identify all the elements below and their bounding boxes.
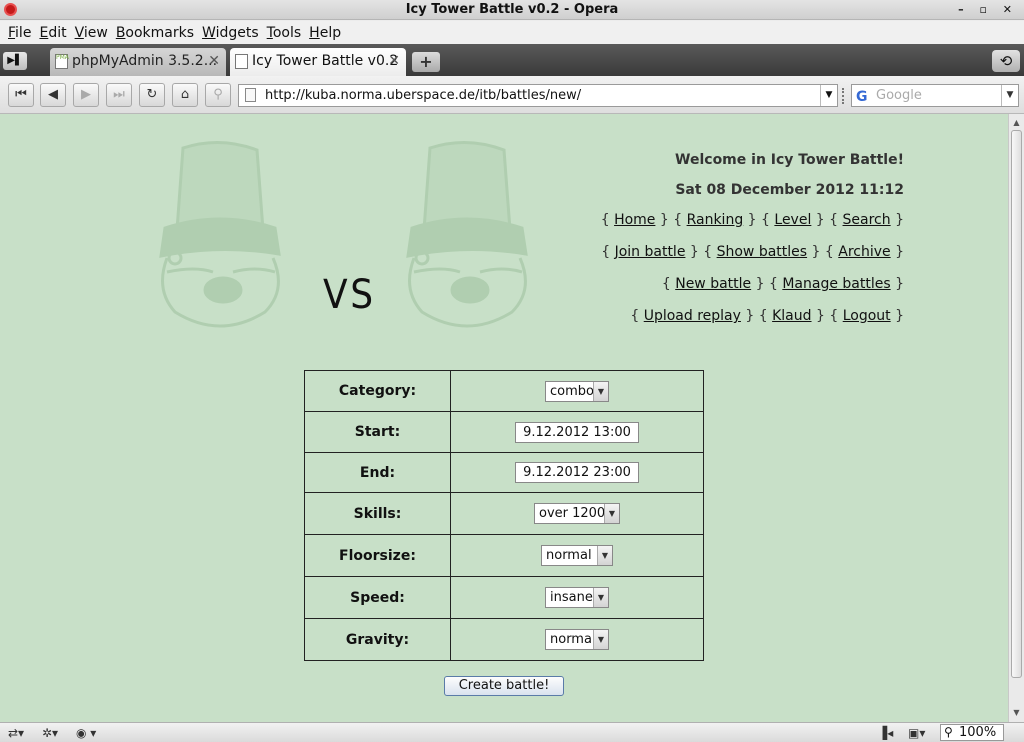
toolbar-grip[interactable] [842, 88, 846, 104]
new-tab-button[interactable]: + [412, 52, 440, 72]
status-bar: ⇄▾ ✲▾ ◉ ▾ ▐◂ ▣▾ ⚲ 100% [0, 722, 1024, 742]
tab-close-icon[interactable]: ✕ [388, 48, 400, 74]
search-input[interactable]: G Google ▼ [851, 84, 1019, 107]
speed-select[interactable]: insane ▼ [545, 587, 609, 608]
nav-link-new-battle[interactable]: New battle [675, 276, 751, 292]
chevron-down-icon: ▼ [593, 630, 608, 649]
nav-link-archive[interactable]: Archive [838, 244, 890, 260]
menu-edit[interactable]: Edit [35, 25, 70, 41]
closed-tabs-icon[interactable]: ⟲ [992, 50, 1020, 72]
vs-text: VS [322, 272, 376, 318]
rewind-icon[interactable]: ⏮ [8, 83, 34, 107]
skills-label: Skills: [304, 492, 451, 535]
fast-forward-icon[interactable]: ⏭ [106, 83, 132, 107]
end-label: End: [304, 452, 451, 493]
forward-icon[interactable]: ▶ [73, 83, 99, 107]
scroll-up-icon[interactable]: ▲ [1009, 116, 1024, 130]
tab-label: phpMyAdmin 3.5.2... [72, 53, 218, 69]
floorsize-select[interactable]: normal ▼ [541, 545, 613, 566]
unite-icon[interactable]: ✲▾ [42, 725, 58, 741]
tab-label: Icy Tower Battle v0.2 [252, 53, 399, 69]
opera-logo-icon [4, 3, 17, 16]
page-content: VS Welcome in Icy Tower Battle! Sat 08 D… [0, 114, 1008, 722]
menu-help[interactable]: Help [305, 25, 345, 41]
floorsize-label: Floorsize: [304, 534, 451, 577]
google-icon: G [856, 89, 868, 105]
chevron-down-icon[interactable]: ▼ [820, 85, 837, 106]
panel-toggle-icon[interactable]: ▶▌ [3, 52, 27, 70]
end-input[interactable]: 9.12.2012 23:00 [515, 462, 639, 483]
start-label: Start: [304, 411, 451, 453]
nav-link-show-battles[interactable]: Show battles [717, 244, 807, 260]
page-favicon-icon [235, 54, 248, 69]
zoom-control[interactable]: ⚲ 100% [940, 724, 1004, 741]
chevron-down-icon: ▼ [593, 588, 608, 607]
nav-link-level[interactable]: Level [774, 212, 811, 228]
tab-icy-tower-battle[interactable]: Icy Tower Battle v0.2 ✕ [230, 48, 406, 76]
tab-bar: ▶▌ PMA phpMyAdmin 3.5.2... ✕ Icy Tower B… [0, 44, 1024, 76]
window-titlebar: Icy Tower Battle v0.2 - Opera – ▫ ✕ [0, 0, 1024, 20]
menu-view[interactable]: View [71, 25, 112, 41]
menu-tools[interactable]: Tools [263, 25, 306, 41]
create-battle-button[interactable]: Create battle! [444, 676, 564, 696]
sync-icon[interactable]: ⇄▾ [8, 725, 24, 741]
scrollbar-thumb[interactable] [1011, 130, 1022, 678]
navigation-toolbar: ⏮ ◀ ▶ ⏭ ↻ ⌂ ⚲ http://kuba.norma.uberspac… [0, 76, 1024, 114]
category-label: Category: [304, 370, 451, 412]
nav-link-search[interactable]: Search [843, 212, 891, 228]
menu-file[interactable]: File [4, 25, 35, 41]
window-controls[interactable]: – ▫ ✕ [958, 0, 1018, 20]
site-header: Welcome in Icy Tower Battle! Sat 08 Dece… [601, 150, 904, 338]
phpmyadmin-favicon-icon: PMA [55, 54, 69, 69]
image-icon[interactable]: ▣▾ [908, 725, 925, 741]
scroll-down-icon[interactable]: ▼ [1009, 706, 1024, 720]
tab-close-icon[interactable]: ✕ [208, 48, 220, 74]
chevron-down-icon: ▼ [597, 546, 612, 565]
zoom-level: 100% [959, 725, 997, 740]
nav-link-user-klaud[interactable]: Klaud [772, 308, 811, 324]
welcome-text: Welcome in Icy Tower Battle! [675, 152, 904, 168]
gravity-label: Gravity: [304, 618, 451, 661]
nav-link-ranking[interactable]: Ranking [687, 212, 744, 228]
nav-link-manage-battles[interactable]: Manage battles [782, 276, 890, 292]
mascot-left-image [159, 140, 281, 328]
zoom-icon: ⚲ [944, 725, 953, 739]
panel-icon[interactable]: ▐◂ [878, 725, 893, 741]
nav-link-logout[interactable]: Logout [843, 308, 891, 324]
page-icon [245, 88, 256, 102]
nav-row-2: { Join battle } { Show battles } { Archi… [601, 244, 904, 260]
address-url[interactable]: http://kuba.norma.uberspace.de/itb/battl… [265, 88, 581, 103]
nav-link-join-battle[interactable]: Join battle [615, 244, 686, 260]
nav-link-upload-replay[interactable]: Upload replay [644, 308, 741, 324]
turbo-icon[interactable]: ◉ ▾ [76, 725, 96, 741]
current-datetime: Sat 08 December 2012 11:12 [675, 182, 904, 198]
address-bar[interactable]: http://kuba.norma.uberspace.de/itb/battl… [238, 84, 838, 107]
home-icon[interactable]: ⌂ [172, 83, 198, 107]
tab-phpmyadmin[interactable]: PMA phpMyAdmin 3.5.2... ✕ [50, 48, 226, 76]
wand-icon[interactable]: ⚲ [205, 83, 231, 107]
back-icon[interactable]: ◀ [40, 83, 66, 107]
nav-row-1: { Home } { Ranking } { Level } { Search … [600, 212, 904, 228]
gravity-select[interactable]: normal ▼ [545, 629, 609, 650]
vertical-scrollbar[interactable]: ▲ ▼ [1008, 114, 1024, 722]
chevron-down-icon[interactable]: ▼ [1001, 85, 1018, 106]
speed-label: Speed: [304, 576, 451, 619]
search-placeholder: Google [876, 88, 922, 103]
nav-row-3: { New battle } { Manage battles } [661, 276, 904, 292]
start-input[interactable]: 9.12.2012 13:00 [515, 421, 639, 443]
window-title: Icy Tower Battle v0.2 - Opera [405, 2, 619, 17]
nav-row-4: { Upload replay } { Klaud } { Logout } [630, 308, 904, 324]
new-battle-form: Category: combo ▼ Start: 9.12.2012 13:00 … [304, 370, 704, 661]
reload-icon[interactable]: ↻ [139, 83, 165, 107]
nav-link-home[interactable]: Home [614, 212, 655, 228]
menu-bookmarks[interactable]: Bookmarks [112, 25, 198, 41]
skills-select[interactable]: over 1200 ▼ [534, 503, 620, 524]
category-select[interactable]: combo ▼ [545, 380, 609, 402]
chevron-down-icon: ▼ [604, 504, 619, 523]
chevron-down-icon: ▼ [593, 381, 608, 401]
mascot-right-image [406, 140, 528, 328]
menu-widgets[interactable]: Widgets [198, 25, 263, 41]
menu-bar: File Edit View Bookmarks Widgets Tools H… [0, 21, 1024, 44]
